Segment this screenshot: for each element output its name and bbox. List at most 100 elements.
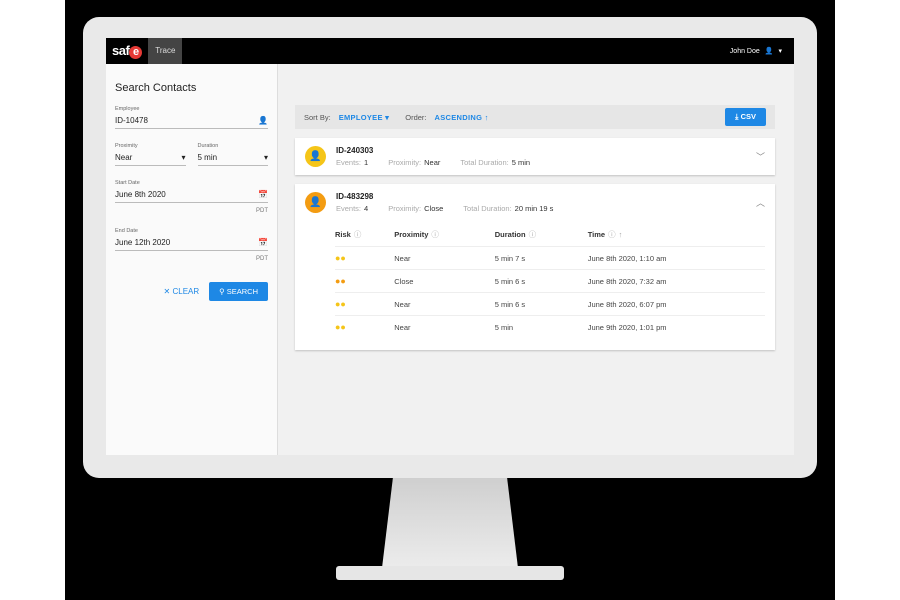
time-cell: June 8th 2020, 1:10 am [587,246,765,270]
monitor-stand [382,478,518,568]
csv-download-button[interactable]: ⤓ CSV [725,108,766,126]
avatar-icon: 👤 [305,146,326,167]
order-label: Order: [405,112,427,122]
table-row: ●● Near 5 min 7 s June 8th 2020, 1:10 am [335,246,765,270]
total-duration-value: 20 min 19 s [514,204,554,213]
risk-group-icon: ●● [335,292,395,316]
proximity-cell: Near [394,246,495,270]
screen: saf e Trace John Doe 👤 ▾ Search Contacts Em… [106,38,794,455]
chevron-down-icon[interactable]: ﹀ [756,150,765,163]
end-date-value: June 12th 2020 [115,238,171,247]
results: Sort By: EMPLOYEE ▾ Order: ASCENDING ↑ ⤓… [295,105,775,350]
header-label: Proximity [394,230,429,239]
person-icon: 👤 [258,116,268,125]
contact-card[interactable]: 👤 ID-483298 Events: 4 Proximity: Close Total D… [295,184,775,350]
monitor-base [336,566,564,580]
search-panel: Search Contacts Employee ID-10478 👤 Proxim… [106,64,278,455]
start-date-label: Start Date [115,180,140,186]
contact-id: ID-240303 [336,146,374,155]
calendar-icon[interactable]: 📅 [258,190,268,199]
sort-label: Sort By: [304,112,331,122]
duration-cell: 5 min 6 s [494,292,588,316]
proximity-cell: Near [394,292,495,316]
contact-card[interactable]: 👤 ID-240303 Events: 1 Proximity: Near Total Du… [295,138,775,175]
risk-group-icon: ●● [335,269,395,293]
caret-down-icon: ▾ [263,153,268,162]
caret-down-icon: ▾ [778,48,782,55]
contact-id: ID-483298 [336,192,374,201]
end-date-label: End Date [115,228,138,234]
duration-select[interactable]: Duration 5 min ▾ [197,143,268,166]
help-icon[interactable]: ⓘ [608,230,616,239]
proximity-value: Close [424,204,444,213]
sort-value: EMPLOYEE [338,112,383,122]
help-icon[interactable]: ⓘ [529,230,537,239]
panel-title: Search Contacts [115,82,197,94]
calendar-icon[interactable]: 📅 [258,238,268,247]
column-header[interactable]: Time ⓘ ↑ [588,225,765,247]
proximity-value: Near [115,153,133,162]
help-icon[interactable]: ⓘ [431,230,439,239]
header-label: Time [587,230,606,239]
column-header[interactable]: Risk ⓘ [335,225,394,247]
proximity-cell: Near [394,315,495,338]
clear-button[interactable]: ✕ CLEAR [164,287,200,296]
duration-cell: 5 min [494,315,588,338]
start-date-field[interactable]: Start Date June 8th 2020 📅 PDT [115,180,268,214]
help-icon[interactable]: ⓘ [354,230,362,239]
clear-label: CLEAR [172,287,200,296]
time-cell: June 9th 2020, 1:01 pm [587,315,765,338]
duration-value: 5 min [197,153,218,162]
search-label: SEARCH [226,287,258,296]
caret-down-icon: ▾ [181,153,186,162]
navbar: saf e Trace John Doe 👤 ▾ [106,38,794,64]
events-value: 1 [364,158,369,167]
column-header[interactable]: Proximity ⓘ [394,225,495,247]
sort-bar: Sort By: EMPLOYEE ▾ Order: ASCENDING ↑ ⤓… [295,105,775,129]
timezone: PDT [256,256,268,262]
header-label: Duration [494,230,526,239]
user-menu[interactable]: John Doe 👤 ▾ [729,47,794,56]
end-date-field[interactable]: End Date June 12th 2020 📅 PDT [115,228,268,262]
user-icon: 👤 [764,48,774,55]
user-name: John Doe [729,47,760,55]
events-label: Events: [336,158,362,167]
events-label: Events: [336,204,362,213]
employee-label: Employee [115,106,140,112]
events-table: Risk ⓘ Proximity ⓘ Duration ⓘ Time ⓘ ↑ ●● Near 5 mi… [335,225,765,338]
total-duration-label: Total Duration: [463,204,512,213]
chevron-up-icon[interactable]: ︿ [756,196,765,209]
csv-label: CSV [740,112,756,121]
caret-down-icon: ▾ [385,112,390,122]
table-row: ●● Near 5 min 6 s June 8th 2020, 6:07 pm [335,292,765,316]
avatar-icon: 👤 [305,192,326,213]
time-cell: June 8th 2020, 7:32 am [587,269,765,293]
search-button[interactable]: ⚲ SEARCH [209,282,268,301]
proximity-select[interactable]: Proximity Near ▾ [115,143,186,166]
duration-label: Duration [197,143,219,149]
logo[interactable]: saf e [106,43,148,59]
employee-field[interactable]: Employee ID-10478 👤 [115,106,268,129]
table-row: ●● Near 5 min June 9th 2020, 1:01 pm [335,315,765,338]
arrow-up-icon: ↑ [484,112,489,122]
arrow-up-icon[interactable]: ↑ [619,230,623,239]
duration-cell: 5 min 6 s [494,269,588,293]
start-date-value: June 8th 2020 [115,190,166,199]
proximity-label: Proximity: [388,158,422,167]
proximity-value: Near [424,158,441,167]
order-value: ASCENDING [434,112,483,122]
order-toggle[interactable]: ASCENDING ↑ [435,113,489,122]
risk-group-icon: ●● [335,246,395,270]
risk-group-icon: ●● [335,315,395,338]
proximity-cell: Close [394,269,495,293]
sort-select[interactable]: EMPLOYEE ▾ [339,113,390,122]
proximity-label: Proximity [115,143,138,149]
table-row: ●● Close 5 min 6 s June 8th 2020, 7:32 am [335,269,765,293]
total-duration-value: 5 min [511,158,531,167]
total-duration-label: Total Duration: [460,158,509,167]
column-header[interactable]: Duration ⓘ [495,225,588,247]
proximity-label: Proximity: [388,204,422,213]
tab-trace[interactable]: Trace [148,38,183,64]
duration-cell: 5 min 7 s [494,246,588,270]
header-label: Risk [335,230,351,239]
